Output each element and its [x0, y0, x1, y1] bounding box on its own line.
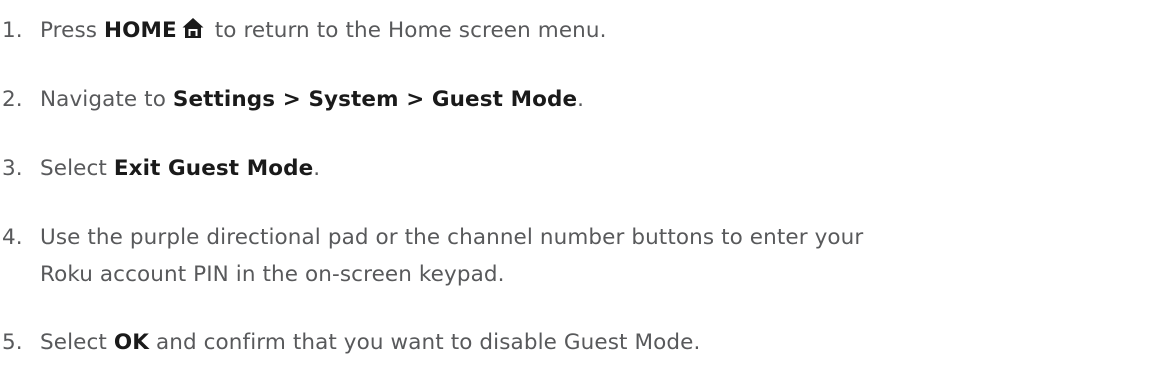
- step-number: 3.: [2, 156, 23, 181]
- settings-path-label: Settings > System > Guest Mode: [172, 87, 578, 112]
- step-text-pre: Select: [40, 330, 114, 355]
- step-text-pre: Navigate to: [40, 87, 173, 112]
- step-text-post: .: [313, 156, 321, 181]
- home-icon: [181, 15, 205, 39]
- step-4: 4. Use the purple directional pad or the …: [0, 219, 863, 293]
- step-text-line-1: Use the purple directional pad or the ch…: [40, 225, 864, 250]
- step-text: Press HOME to return to the Home screen …: [40, 12, 607, 49]
- step-number: 4.: [2, 225, 23, 250]
- step-2: 2. Navigate to Settings > System > Guest …: [0, 81, 584, 118]
- step-text: Use the purple directional pad or the ch…: [40, 219, 863, 293]
- step-text-line-2: Roku account PIN in the on-screen keypad…: [40, 262, 505, 287]
- step-3: 3. Select Exit Guest Mode.: [0, 150, 320, 187]
- step-text: Navigate to Settings > System > Guest Mo…: [40, 81, 584, 118]
- step-text-pre: Select: [40, 156, 114, 181]
- home-button-label: HOME: [104, 18, 177, 43]
- step-text-post: to return to the Home screen menu.: [207, 18, 607, 43]
- instruction-steps: 1. Press HOME to return to the Home scree…: [0, 0, 1156, 389]
- step-number: 2.: [2, 87, 23, 112]
- step-number: 1.: [2, 18, 23, 43]
- exit-guest-mode-label: Exit Guest Mode: [113, 156, 314, 181]
- step-5: 5. Select OK and confirm that you want to…: [0, 324, 700, 361]
- step-text-post: and confirm that you want to disable Gue…: [149, 330, 701, 355]
- step-text-post: .: [577, 87, 585, 112]
- step-text: Select Exit Guest Mode.: [40, 150, 320, 187]
- step-text: Select OK and confirm that you want to d…: [40, 324, 700, 361]
- ok-button-label: OK: [113, 330, 150, 355]
- step-number: 5.: [2, 330, 23, 355]
- step-text-pre: Press: [40, 18, 105, 43]
- step-1: 1. Press HOME to return to the Home scree…: [0, 12, 607, 49]
